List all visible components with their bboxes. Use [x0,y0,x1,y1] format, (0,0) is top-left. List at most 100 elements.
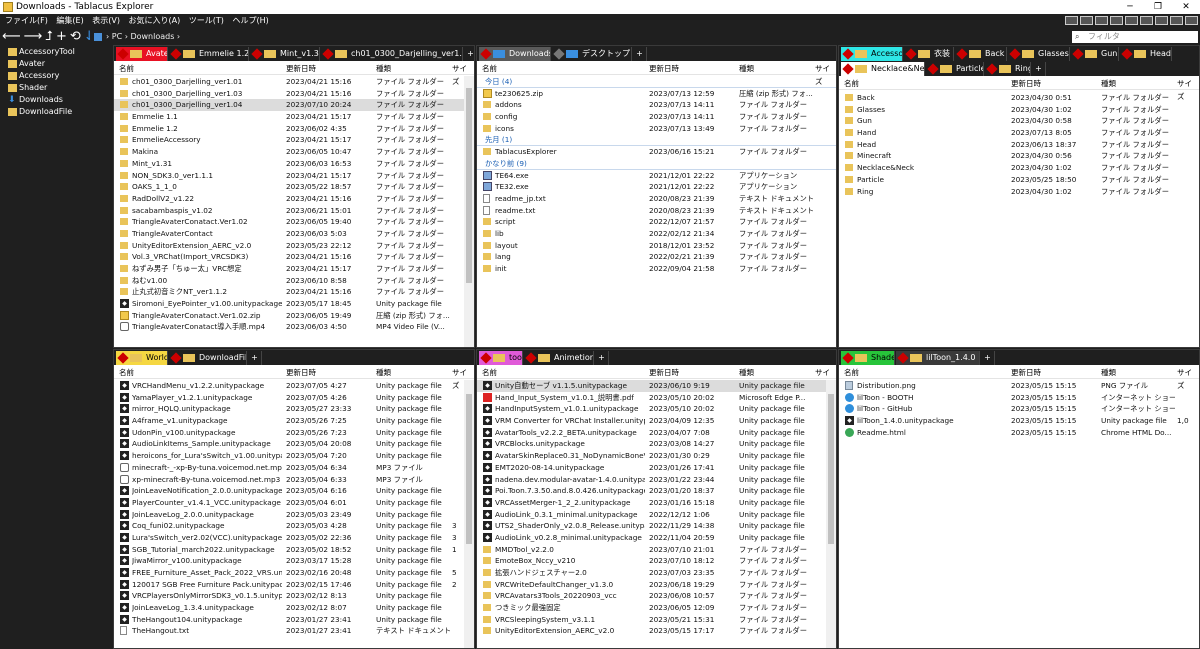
col-type[interactable]: 種類 [1101,366,1116,379]
layout-6-icon[interactable] [1140,16,1153,25]
file-row[interactable]: Gun 2023/04/30 0:58 ファイル フォルダー [839,115,1199,127]
tab-downloadfile[interactable]: DownloadFile [169,351,247,365]
layout-9-icon[interactable] [1185,16,1198,25]
file-row[interactable]: ◆UTS2_ShaderOnly_v2.0.8_Release.unitypac… [477,520,826,532]
file-row[interactable]: ch01_0300_Darjelling_ver1.01 2023/04/21 1… [114,76,464,88]
file-row[interactable]: ◆ Unity自動セーブ v1.1.5.unitypackage 2023/06/1… [477,380,826,392]
col-name[interactable]: 名前 [844,366,859,379]
file-row[interactable]: ◆nadena.dev.modular-avatar-1.4.0.unitypa… [477,474,826,486]
address-bar[interactable]: › PC › Downloads › [90,31,1068,43]
layout-8-icon[interactable] [1170,16,1183,25]
file-row[interactable]: te230625.zip 2023/07/13 12:59 圧縮 (zip 形式) … [477,88,836,100]
file-row[interactable]: ◆ Lura'sSwitch_ver2.02(VCC).unitypackage 2… [114,532,464,544]
file-row[interactable]: TablacusExplorer 2023/06/16 15:21 ファイル フォル… [477,146,836,158]
file-row[interactable]: ◆ HandInputSystem_v1.0.1.unitypackage 2023… [477,403,826,415]
col-name[interactable]: 名前 [844,77,859,90]
file-row[interactable]: Hand 2023/07/13 8:05 ファイル フォルダー [839,127,1199,139]
tab-ring[interactable]: Ring [985,62,1031,76]
tab-back[interactable]: Back [955,47,1007,61]
file-row[interactable]: 止丸式初音ミクNT_ver1.1.2 2023/04/21 15:16 ファイル フ… [114,286,464,298]
file-row[interactable]: Emmelie 1.1 2023/04/21 15:17 ファイル フォルダー [114,111,464,123]
menu-favorites[interactable]: お気に入り(A) [126,14,184,28]
menu-view[interactable]: 表示(V) [89,14,123,28]
col-date[interactable]: 更新日時 [649,366,679,379]
group-header[interactable]: 先月 (1) [477,134,836,147]
file-row[interactable]: Glasses 2023/04/30 1:02 ファイル フォルダー [839,104,1199,116]
file-row[interactable]: Readme.html 2023/05/15 15:15 Chrome HTML D… [839,427,1199,439]
file-row[interactable]: ねむv1.00 2023/06/10 8:58 ファイル フォルダー [114,275,464,287]
col-name[interactable]: 名前 [482,62,497,75]
file-row[interactable]: ◆ JoinLeaveLog_2.0.0.unitypackage 2023/05/… [114,509,464,521]
layout-2-icon[interactable] [1080,16,1093,25]
file-row[interactable]: Back 2023/04/30 0:51 ファイル フォルダー [839,92,1199,104]
layout-7-icon[interactable] [1155,16,1168,25]
file-row[interactable]: ◆ VRCBlocks.unitypackage 2023/03/08 14:27 U… [477,438,826,450]
new-tab-button[interactable]: + [633,47,647,61]
file-row[interactable]: ◆ JiwaMirror_v100.unitypackage 2023/03/17 … [114,555,464,567]
tab-desktop[interactable]: デスクトップ [552,47,632,61]
file-row[interactable]: ◆ SGB_Tutorial_march2022.unitypackage 2023… [114,544,464,556]
file-row[interactable]: ◆ JoinLeaveNotification_2.0.0.unitypackag… [114,485,464,497]
tab-gun[interactable]: Gun [1071,47,1119,61]
file-row[interactable]: Particle 2023/05/25 18:50 ファイル フォルダー [839,174,1199,186]
file-row[interactable]: Emmelie 1.2 2023/06/02 4:35 ファイル フォルダー [114,123,464,135]
file-row[interactable]: xp-minecraft-By-tuna.voicemod.net.mp3 202… [114,474,464,486]
file-row[interactable]: EmoteBox_Nccy_v210 2023/07/10 18:12 ファイル フ… [477,555,826,567]
file-row[interactable]: MMDTool_v2.2.0 2023/07/10 21:01 ファイル フォルダー [477,544,826,556]
file-row[interactable]: Head 2023/06/13 18:37 ファイル フォルダー [839,139,1199,151]
file-row[interactable]: ◆ AudioLink_v0.2.8_minimal.unitypackage 20… [477,532,826,544]
file-row[interactable]: lilToon - GitHub 2023/05/15 15:15 インターネット … [839,403,1199,415]
file-row[interactable]: VRCAvatars3Tools_20220903_vcc 2023/06/08 … [477,590,826,602]
scroll-thumb[interactable] [466,394,472,544]
col-date[interactable]: 更新日時 [1011,77,1041,90]
layout-1-icon[interactable] [1065,16,1078,25]
file-row[interactable]: ◆ EMT2020-08-14.unitypackage 2023/01/26 17… [477,462,826,474]
sidebar-item-downloads[interactable]: ⬇ Downloads [0,94,113,106]
file-row[interactable]: lilToon - BOOTH 2023/05/15 15:15 インターネット シ… [839,392,1199,404]
file-row[interactable]: ねずみ男子「ちゅー太」VRC想定 2023/04/21 15:17 ファイル フォル… [114,263,464,275]
col-name[interactable]: 名前 [119,366,134,379]
file-row[interactable]: ◆ VRCAssetMerger-1_2_2.unitypackage 2023/0… [477,497,826,509]
tab-glasses[interactable]: Glasses [1008,47,1070,61]
layout-3-icon[interactable] [1095,16,1108,25]
col-type[interactable]: 種類 [739,366,754,379]
maximize-button[interactable]: ❐ [1144,0,1172,14]
file-row[interactable]: ◆ UdonPin_v100.unitypackage 2023/05/26 7:2… [114,427,464,439]
file-row[interactable]: Minecraft 2023/04/30 0:56 ファイル フォルダー [839,150,1199,162]
tab-necklace[interactable]: Necklace&Neck [841,62,925,76]
sidebar-item-shader[interactable]: Shader [0,82,113,94]
scrollbar[interactable] [464,76,474,347]
tab-head[interactable]: Head [1120,47,1172,61]
new-tab-button[interactable]: + [981,351,995,365]
menu-tools[interactable]: ツール(T) [186,14,227,28]
tab-world[interactable]: World [116,351,168,365]
forward-arrow-icon[interactable]: ⟶ [24,28,43,45]
tab-costume[interactable]: 衣装 [904,47,954,61]
menu-help[interactable]: ヘルプ(H) [229,14,271,28]
tab-darjelling[interactable]: ch01_0300_Darjelling_ver1.04 [321,47,463,61]
file-row[interactable]: TriangleAvaterConatact.Ver1.02 2023/06/05… [114,216,464,228]
file-row[interactable]: addons 2023/07/13 14:11 ファイル フォルダー [477,99,836,111]
file-row[interactable]: EmmelieAccessory 2023/04/21 15:17 ファイル フォル… [114,134,464,146]
file-row[interactable]: ◆ YamaPlayer_v1.2.1.unitypackage 2023/07/0… [114,392,464,404]
col-name[interactable]: 名前 [482,366,497,379]
tab-liltoon[interactable]: lilToon_1.4.0 [896,351,980,365]
file-row[interactable]: readme.txt 2020/08/23 21:39 テキスト ドキュメント [477,205,836,217]
file-row[interactable]: config 2023/07/13 14:11 ファイル フォルダー [477,111,836,123]
file-row[interactable]: Mint_v1.31 2023/06/03 16:53 ファイル フォルダー [114,158,464,170]
tab-avater[interactable]: Avater [116,47,168,61]
file-row[interactable]: OAKS_1_1_0 2023/05/22 18:57 ファイル フォルダー [114,181,464,193]
file-row[interactable]: minecraft-_-xp-By-tuna.voicemod.net.mp3 2… [114,462,464,474]
file-row[interactable]: ◆AvatarSkinReplace0.31_NoDynamicBoneVers… [477,450,826,462]
filter-input[interactable]: ⌕ フィルタ [1072,31,1198,43]
file-row[interactable]: TriangleAvaterContact 2023/06/03 5:03 ファイル… [114,228,464,240]
file-row[interactable]: icons 2023/07/13 13:49 ファイル フォルダー [477,123,836,135]
scrollbar[interactable] [826,380,836,648]
new-tab-button[interactable]: + [595,351,609,365]
minimize-button[interactable]: ─ [1116,0,1144,14]
file-row[interactable]: ◆VRCPlayersOnlyMirrorSDK3_v0.1.5.unitypa… [114,590,464,602]
new-tab-button[interactable]: + [464,47,474,61]
file-row[interactable]: NON_SDK3.0_ver1.1.1 2023/04/21 15:17 ファイル … [114,170,464,182]
file-row[interactable]: Distribution.png 2023/05/15 15:15 PNG ファイル [839,380,1199,392]
file-row[interactable]: ◆ VRCHandMenu_v1.2.2.unitypackage 2023/07/… [114,380,464,392]
